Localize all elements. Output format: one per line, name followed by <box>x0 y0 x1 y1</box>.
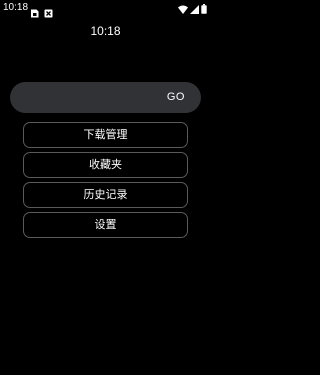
download-manager-button[interactable]: 下载管理 <box>23 122 188 148</box>
notification-box-icon <box>44 3 53 18</box>
battery-icon <box>201 0 207 18</box>
go-button[interactable]: GO <box>167 90 185 105</box>
search-input[interactable]: GO <box>10 82 201 113</box>
history-button[interactable]: 历史记录 <box>23 182 188 208</box>
favorites-button[interactable]: 收藏夹 <box>23 152 188 178</box>
status-bar: 10:18 <box>0 0 211 18</box>
settings-button[interactable]: 设置 <box>23 212 188 238</box>
wifi-icon <box>178 0 188 18</box>
status-time: 10:18 <box>3 2 29 13</box>
status-right-icons <box>178 3 207 14</box>
menu-list: 下载管理 收藏夹 历史记录 设置 <box>23 122 188 242</box>
sim-card-icon <box>30 3 39 18</box>
clock-display: 10:18 <box>90 24 121 38</box>
signal-icon <box>190 0 199 18</box>
